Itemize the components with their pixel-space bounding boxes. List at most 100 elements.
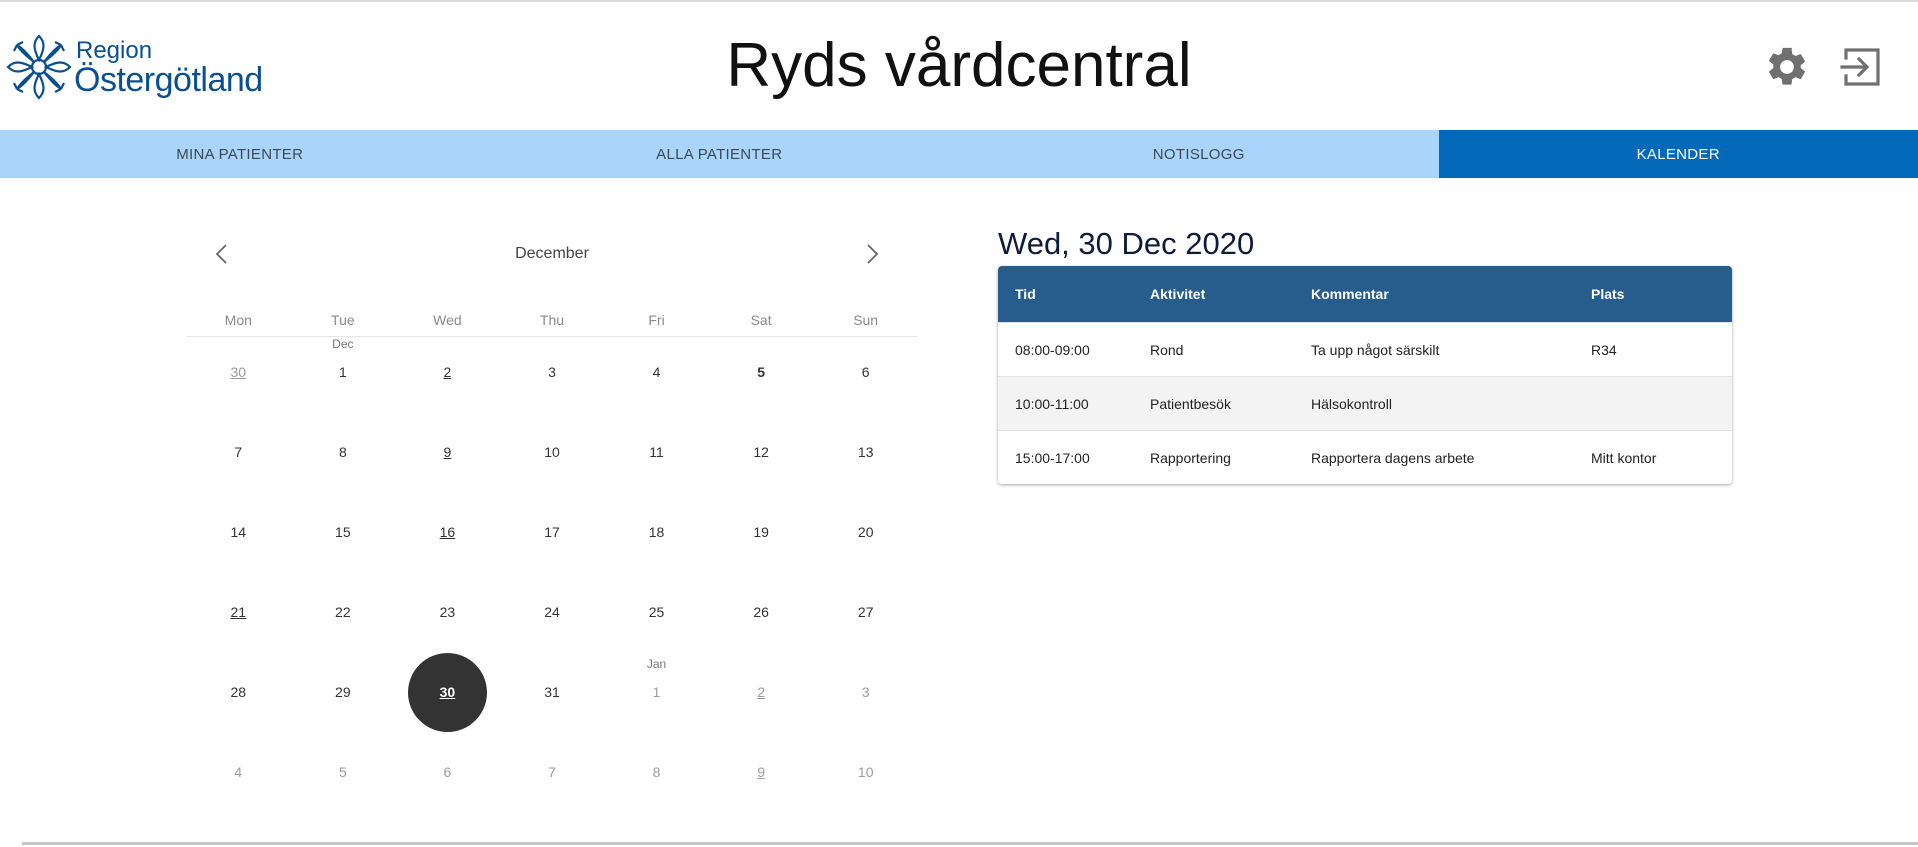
calendar-day[interactable]: 20: [813, 497, 918, 577]
calendar-day[interactable]: 18: [604, 497, 709, 577]
weekday-label: Tue: [331, 312, 355, 328]
calendar: December Mon Tue Wed Thu Fri Sat Sun 30 D…: [186, 232, 918, 780]
cell-tid: 15:00-17:00: [1015, 449, 1090, 466]
calendar-day[interactable]: 30: [186, 337, 291, 417]
tab-alla-patienter[interactable]: ALLA PATIENTER: [480, 130, 960, 178]
gear-icon[interactable]: [1764, 44, 1810, 90]
calendar-day-number: 19: [753, 524, 769, 540]
cell-plats: Mitt kontor: [1591, 449, 1657, 466]
calendar-month-marker: Jan: [646, 657, 667, 671]
calendar-day-number: 3: [861, 684, 870, 700]
calendar-day[interactable]: 13: [813, 417, 918, 497]
calendar-day[interactable]: 25: [604, 577, 709, 657]
calendar-day[interactable]: 9: [395, 417, 500, 497]
calendar-day[interactable]: 27: [813, 577, 918, 657]
column-header-tid[interactable]: Tid: [998, 286, 1150, 302]
weekday-label: Thu: [539, 312, 565, 328]
calendar-day[interactable]: 4: [186, 737, 291, 817]
calendar-day-number: 17: [544, 524, 560, 540]
calendar-day[interactable]: 6: [395, 737, 500, 817]
calendar-day[interactable]: 29: [291, 657, 396, 737]
column-header-plats[interactable]: Plats: [1591, 286, 1732, 302]
calendar-day-selected[interactable]: 30: [395, 653, 500, 737]
calendar-day[interactable]: 9: [709, 737, 814, 817]
calendar-day[interactable]: Dec 1: [291, 337, 396, 417]
calendar-day-number: 30: [230, 364, 247, 380]
cell-aktivitet: Rond: [1150, 341, 1184, 358]
calendar-day[interactable]: 8: [604, 737, 709, 817]
calendar-day-number: 1: [652, 684, 661, 700]
page-title: Ryds vårdcentral: [726, 31, 1192, 100]
calendar-day[interactable]: 14: [186, 497, 291, 577]
calendar-day[interactable]: 16: [395, 497, 500, 577]
tab-mina-patienter[interactable]: MINA PATIENTER: [0, 130, 480, 178]
calendar-day-number: 9: [757, 764, 766, 780]
calendar-day[interactable]: 5: [709, 337, 814, 417]
calendar-day[interactable]: 11: [604, 417, 709, 497]
calendar-day[interactable]: 23: [395, 577, 500, 657]
calendar-day-number: 9: [443, 444, 452, 460]
header: Region Östergötland Ryds vårdcentral: [0, 2, 1918, 130]
calendar-day[interactable]: Jan 1: [604, 657, 709, 737]
tab-notislogg[interactable]: NOTISLOGG: [959, 130, 1439, 178]
cell-kommentar: Rapportera dagens arbete: [1311, 449, 1475, 466]
calendar-day-number: 8: [652, 764, 661, 780]
calendar-day[interactable]: 31: [500, 657, 605, 737]
calendar-day[interactable]: 4: [604, 337, 709, 417]
calendar-day-number: 25: [648, 604, 665, 620]
weekday-label: Wed: [433, 312, 462, 328]
calendar-day-number: 2: [443, 364, 452, 380]
calendar-day-number: 6: [861, 364, 870, 380]
calendar-day[interactable]: 21: [186, 577, 291, 657]
calendar-day[interactable]: 26: [709, 577, 814, 657]
calendar-day[interactable]: 17: [500, 497, 605, 577]
calendar-day[interactable]: 7: [500, 737, 605, 817]
calendar-day[interactable]: 8: [291, 417, 396, 497]
calendar-day[interactable]: 19: [709, 497, 814, 577]
table-row[interactable]: 10:00-11:00 Patientbesök Hälsokontroll: [998, 376, 1732, 430]
calendar-day[interactable]: 24: [500, 577, 605, 657]
calendar-day[interactable]: 10: [813, 737, 918, 817]
calendar-day-number: 7: [234, 444, 243, 460]
calendar-day-number: 13: [857, 444, 874, 460]
chevron-right-icon[interactable]: [858, 240, 886, 268]
calendar-day-number: 1: [338, 364, 347, 380]
cell-tid: 08:00-09:00: [1015, 341, 1090, 358]
calendar-day[interactable]: 10: [500, 417, 605, 497]
calendar-header: December: [186, 232, 918, 276]
calendar-day[interactable]: 6: [813, 337, 918, 417]
calendar-day[interactable]: 3: [500, 337, 605, 417]
weekday-label: Mon: [224, 312, 252, 328]
calendar-day-number: 12: [753, 444, 769, 460]
calendar-day[interactable]: 3: [813, 657, 918, 737]
calendar-day-number: 15: [335, 524, 351, 540]
calendar-day-number: 3: [548, 364, 556, 380]
column-header-aktivitet[interactable]: Aktivitet: [1150, 286, 1311, 302]
calendar-day[interactable]: 7: [186, 417, 291, 497]
calendar-day[interactable]: 28: [186, 657, 291, 737]
cell-kommentar: Hälsokontroll: [1311, 395, 1392, 412]
cell-tid: 10:00-11:00: [1015, 395, 1089, 412]
calendar-day-number: 22: [335, 604, 351, 620]
weekday-label: Sat: [750, 312, 772, 328]
calendar-day-number: 21: [230, 604, 247, 620]
calendar-month-marker: Dec: [332, 337, 354, 351]
table-row[interactable]: 08:00-09:00 Rond Ta upp något särskilt R…: [998, 322, 1732, 376]
calendar-day-number: 16: [439, 524, 456, 540]
calendar-day-number: 26: [753, 604, 769, 620]
calendar-day[interactable]: 5: [291, 737, 396, 817]
calendar-day[interactable]: 12: [709, 417, 814, 497]
table-row[interactable]: 15:00-17:00 Rapportering Rapportera dage…: [998, 430, 1732, 484]
tab-kalender[interactable]: KALENDER: [1438, 130, 1918, 178]
calendar-day-number: 11: [649, 444, 664, 460]
calendar-day[interactable]: 2: [709, 657, 814, 737]
cell-plats: R34: [1591, 341, 1617, 358]
calendar-day[interactable]: 15: [291, 497, 396, 577]
calendar-day[interactable]: 22: [291, 577, 396, 657]
calendar-day-number: 30: [439, 684, 456, 700]
column-header-kommentar[interactable]: Kommentar: [1311, 286, 1591, 302]
logout-icon[interactable]: [1838, 44, 1884, 90]
calendar-day-number: 5: [338, 764, 347, 780]
weekday-label: Sun: [853, 312, 879, 328]
calendar-day[interactable]: 2: [395, 337, 500, 417]
